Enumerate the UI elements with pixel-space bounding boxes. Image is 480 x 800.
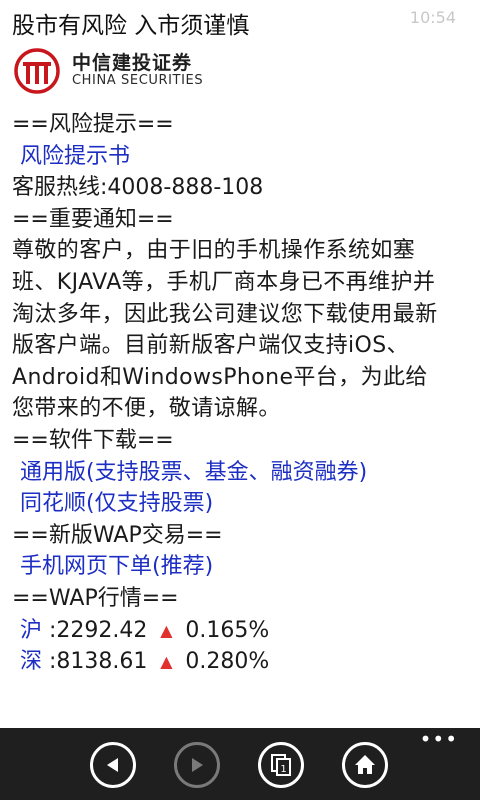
arrow-up-icon: ▲ bbox=[160, 652, 173, 672]
notice-body: 尊敬的客户，由于旧的手机操作系统如塞班、KJAVA等，手机厂商本身已不再维护并淘… bbox=[12, 238, 438, 422]
download-ths-link[interactable]: 同花顺(仅支持股票) bbox=[12, 488, 472, 520]
quote-row-sh: 沪 :2292.42 ▲ 0.165% bbox=[12, 615, 472, 647]
quote-value-sz: :8138.61 bbox=[49, 649, 148, 675]
quote-change-sz: 0.280% bbox=[185, 649, 270, 675]
quote-label-sz[interactable]: 深 bbox=[12, 649, 42, 674]
page-content: ==风险提示== 风险提示书 客服热线:4008-888-108 ==重要通知=… bbox=[12, 109, 472, 678]
notice-heading: ==重要通知== bbox=[12, 206, 174, 232]
download-general-link[interactable]: 通用版(支持股票、基金、融资融券) bbox=[12, 457, 472, 489]
logo-name-en: CHINA SECURITIES bbox=[72, 73, 204, 88]
quote-change-sh: 0.165% bbox=[185, 617, 270, 643]
page-title: 股市有风险 入市须谨慎 bbox=[12, 13, 250, 39]
risk-disclosure-link[interactable]: 风险提示书 bbox=[12, 141, 472, 173]
more-options-button[interactable]: ••• bbox=[420, 729, 458, 749]
hotline-text: 客服热线:4008-888-108 bbox=[12, 175, 264, 201]
quote-label-sh[interactable]: 沪 bbox=[12, 618, 42, 643]
back-button[interactable] bbox=[90, 742, 136, 788]
app-bar: 1 ••• bbox=[0, 728, 480, 800]
tab-count: 1 bbox=[280, 764, 286, 775]
download-heading: ==软件下载== bbox=[12, 427, 174, 453]
logo-name-cn: 中信建投证券 bbox=[72, 52, 193, 74]
tabs-button[interactable]: 1 bbox=[258, 742, 304, 788]
wap-trade-link[interactable]: 手机网页下单(推荐) bbox=[12, 551, 472, 583]
broker-logo: 中信建投证券 CHINA SECURITIES bbox=[12, 46, 222, 96]
citic-logo-icon bbox=[14, 48, 60, 94]
wap-quote-heading: ==WAP行情== bbox=[12, 585, 179, 611]
forward-button[interactable] bbox=[174, 742, 220, 788]
arrow-up-icon: ▲ bbox=[160, 620, 173, 640]
home-button[interactable] bbox=[342, 742, 388, 788]
forward-icon bbox=[192, 758, 203, 772]
wap-trade-heading: ==新版WAP交易== bbox=[12, 522, 223, 548]
tabs-icon: 1 bbox=[271, 754, 291, 776]
clock: 10:54 bbox=[409, 8, 456, 27]
status-bar: 股市有风险 入市须谨慎 10:54 bbox=[0, 0, 480, 39]
back-icon bbox=[107, 758, 118, 772]
risk-heading: ==风险提示== bbox=[12, 112, 174, 137]
quote-row-sz: 深 :8138.61 ▲ 0.280% bbox=[12, 646, 472, 678]
quote-value-sh: :2292.42 bbox=[49, 617, 148, 643]
home-icon bbox=[355, 755, 375, 774]
